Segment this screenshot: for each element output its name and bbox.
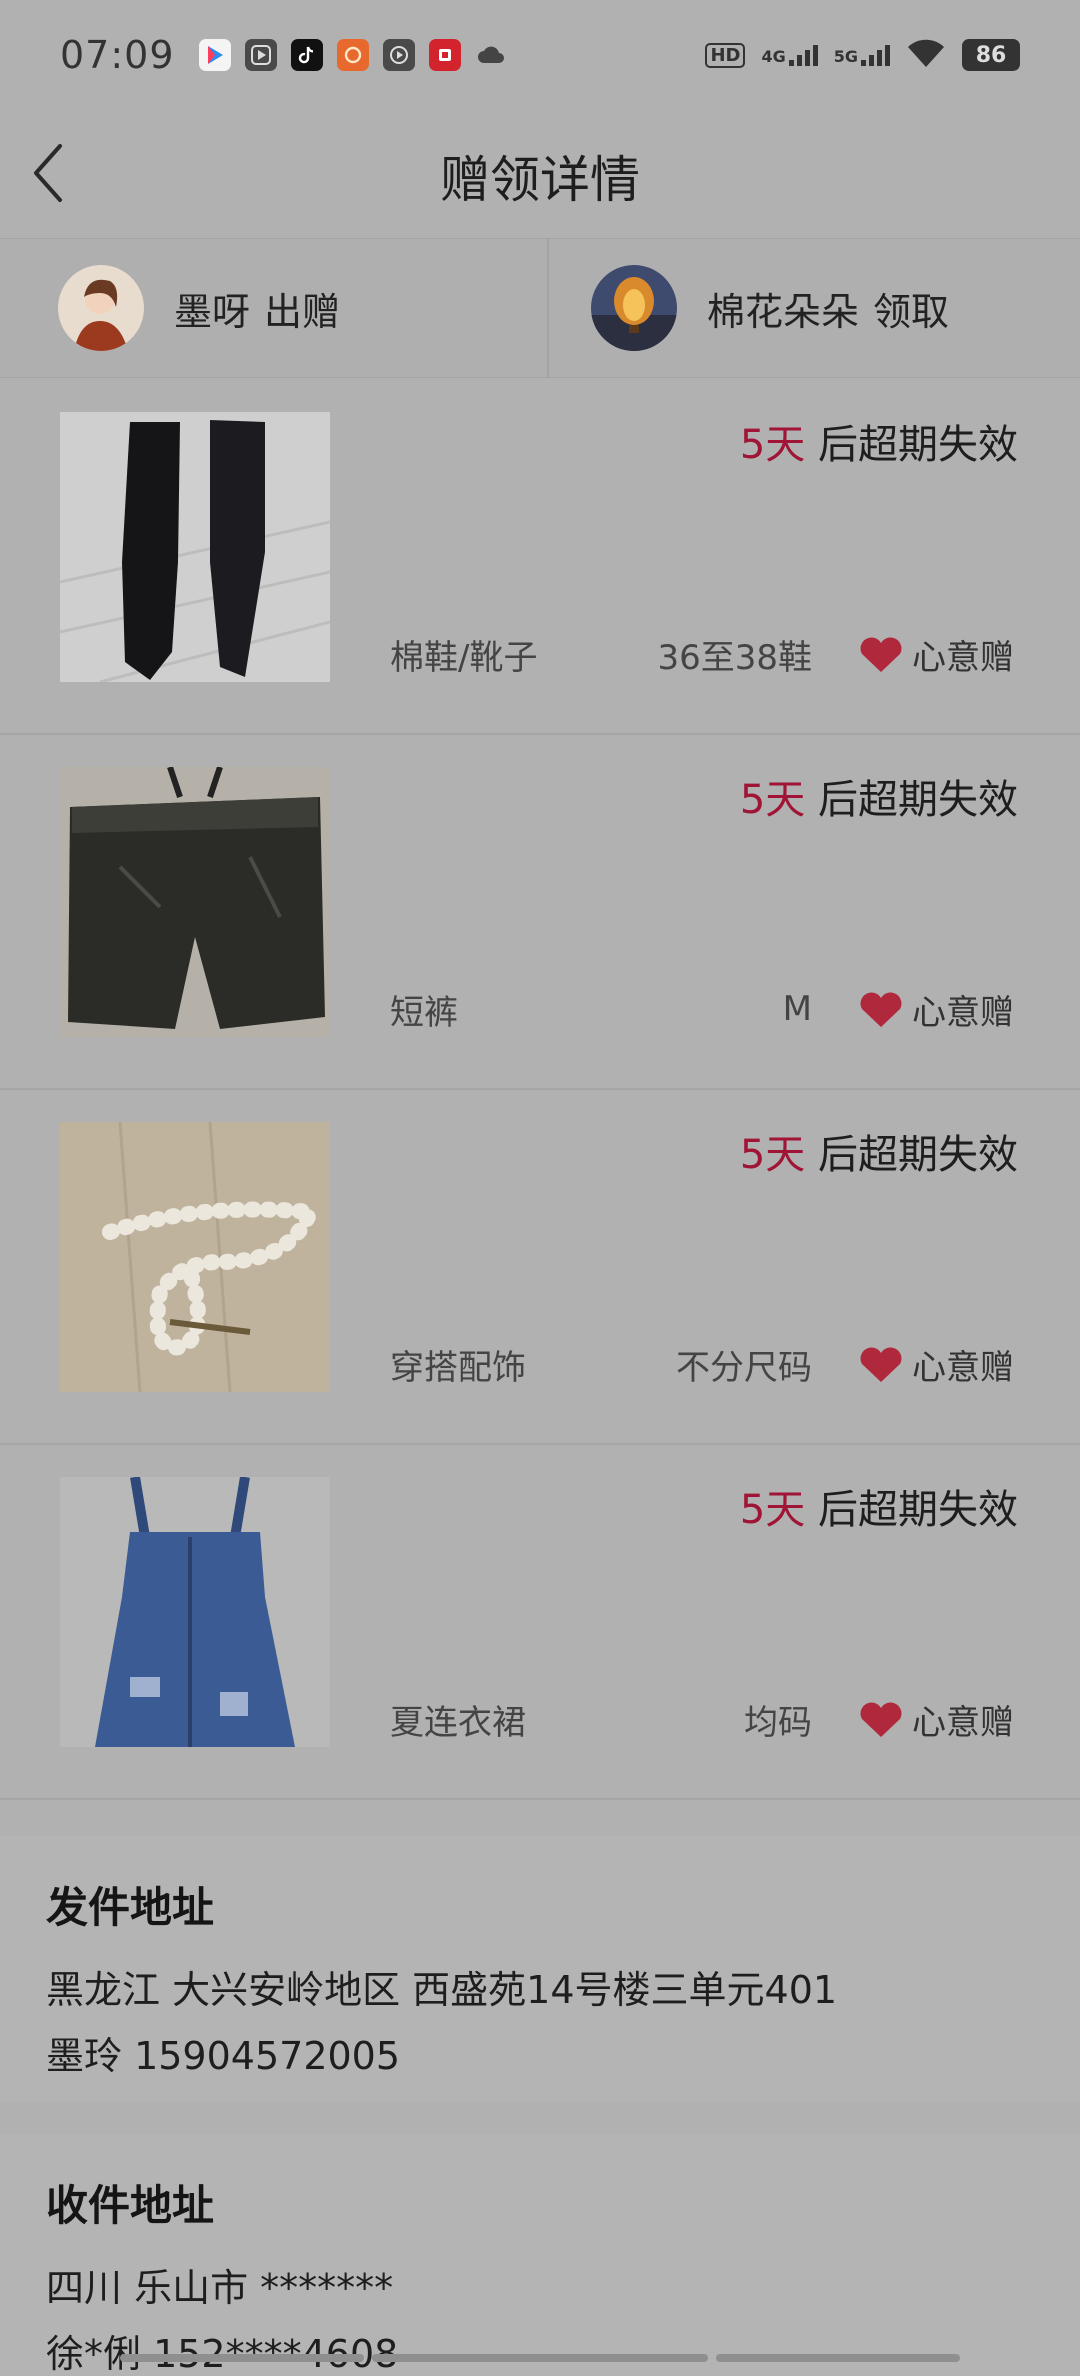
gift-tag: 心意赠 xyxy=(858,1695,1014,1744)
expiry-text: 后超期失效 xyxy=(818,1487,1018,1533)
expiry-text: 后超期失效 xyxy=(818,777,1018,823)
list-item[interactable]: 5天 后超期失效 短裤 M 心意赠 xyxy=(0,735,1080,1090)
page-title: 赠领详情 xyxy=(440,151,640,209)
gift-tag-label: 心意赠 xyxy=(912,1702,1014,1743)
gift-tag: 心意赠 xyxy=(858,630,1014,679)
item-category: 穿搭配饰 xyxy=(390,1347,526,1388)
heart-icon xyxy=(860,1347,902,1382)
receiver-avatar[interactable] xyxy=(591,265,677,351)
item-photo-denim-overall-dress[interactable] xyxy=(60,1477,330,1747)
network-5g-label: 5G xyxy=(833,47,858,66)
receiver-address-title: 收件地址 xyxy=(46,2181,215,2230)
giver-profile[interactable]: 墨呀 出赠 xyxy=(0,239,547,377)
item-info: 短裤 M 心意赠 xyxy=(390,981,1014,1037)
pdd-icon xyxy=(428,39,461,71)
play-icon xyxy=(244,39,277,71)
expiry-notice: 5天 后超期失效 xyxy=(740,1122,1018,1180)
list-item[interactable]: 5天 后超期失效 棉鞋/靴子 36至38鞋 心意赠 xyxy=(0,380,1080,735)
item-size: 36至38鞋 xyxy=(657,637,812,678)
youku-icon xyxy=(198,39,231,71)
list-item[interactable]: 5天 后超期失效 夏连衣裙 均码 心意赠 xyxy=(0,1445,1080,1800)
cloud-icon xyxy=(475,39,507,71)
parties-bar: 墨呀 出赠 棉花朵朵 领取 xyxy=(0,238,1080,378)
heart-icon xyxy=(860,992,902,1027)
item-category: 夏连衣裙 xyxy=(390,1702,526,1743)
battery-icon: 86 xyxy=(962,39,1020,71)
gift-tag-label: 心意赠 xyxy=(912,637,1014,678)
expiry-days: 5天 xyxy=(739,422,806,468)
item-photo-leather-shorts[interactable] xyxy=(60,767,330,1037)
expiry-notice: 5天 后超期失效 xyxy=(740,1477,1018,1535)
expiry-text: 后超期失效 xyxy=(818,422,1018,468)
item-size: M xyxy=(782,989,812,1029)
signal-4g-icon: 4G xyxy=(761,44,818,66)
gift-tag-label: 心意赠 xyxy=(912,1347,1014,1388)
receiver-name-text: 棉花朵朵 xyxy=(707,289,860,334)
item-category: 短裤 xyxy=(390,992,458,1033)
status-time: 07:09 xyxy=(60,33,175,77)
receiver-contact-line: 徐*俐 152****4608 xyxy=(46,2332,398,2376)
receiver-name: 棉花朵朵 领取 xyxy=(707,281,949,336)
hd-label: HD xyxy=(705,42,746,68)
hd-indicator: HD xyxy=(705,42,746,68)
gift-tag: 心意赠 xyxy=(858,1340,1014,1389)
list-item[interactable]: 5天 后超期失效 穿搭配饰 不分尺码 心意赠 xyxy=(0,1090,1080,1445)
sender-contact-line: 墨玲 15904572005 xyxy=(46,2034,401,2078)
gift-tag: 心意赠 xyxy=(858,985,1014,1034)
header: 赠领详情 xyxy=(0,110,1080,238)
status-bar: 07:09 HD 4G 5G 86 xyxy=(0,0,1080,110)
gesture-bar xyxy=(372,2354,708,2362)
wifi-icon xyxy=(906,37,946,73)
receiver-profile[interactable]: 棉花朵朵 领取 xyxy=(547,239,1080,377)
receiver-address-card: 收件地址 四川 乐山市 ******* 徐*俐 152****4608 xyxy=(0,2134,1080,2376)
heart-icon xyxy=(860,637,902,672)
receiver-role: 领取 xyxy=(873,289,950,334)
giver-role: 出赠 xyxy=(264,289,341,334)
receiver-address-line: 四川 乐山市 ******* xyxy=(46,2266,394,2310)
item-info: 穿搭配饰 不分尺码 心意赠 xyxy=(390,1336,1014,1392)
item-photo-pearl-hairclip[interactable] xyxy=(60,1122,330,1392)
item-info: 棉鞋/靴子 36至38鞋 心意赠 xyxy=(390,626,1014,682)
status-indicators: HD 4G 5G 86 xyxy=(705,37,1020,73)
tiktok-icon xyxy=(290,39,323,71)
video-icon xyxy=(382,39,415,71)
item-size: 不分尺码 xyxy=(676,1347,812,1388)
gift-tag-label: 心意赠 xyxy=(912,992,1014,1033)
expiry-days: 5天 xyxy=(739,777,806,823)
gesture-bar xyxy=(120,2354,364,2362)
giver-avatar[interactable] xyxy=(58,265,144,351)
giver-name-text: 墨呀 xyxy=(174,289,251,334)
network-4g-label: 4G xyxy=(761,47,786,66)
signal-5g-icon: 5G xyxy=(834,44,890,66)
sender-address-card: 发件地址 黑龙江 大兴安岭地区 西盛苑14号楼三单元401 墨玲 1590457… xyxy=(0,1836,1080,2102)
taobao-icon xyxy=(336,39,369,71)
item-size: 均码 xyxy=(744,1702,812,1743)
expiry-text: 后超期失效 xyxy=(818,1132,1018,1178)
item-info: 夏连衣裙 均码 心意赠 xyxy=(390,1691,1014,1747)
item-category: 棉鞋/靴子 xyxy=(390,637,538,678)
expiry-days: 5天 xyxy=(739,1487,806,1533)
status-app-icons xyxy=(198,39,507,71)
gesture-bar xyxy=(716,2354,960,2362)
expiry-days: 5天 xyxy=(739,1132,806,1178)
heart-icon xyxy=(860,1702,902,1737)
giver-name: 墨呀 出赠 xyxy=(174,281,340,336)
item-list: 5天 后超期失效 棉鞋/靴子 36至38鞋 心意赠 5天 后超期失效 短裤 M xyxy=(0,380,1080,1800)
expiry-notice: 5天 后超期失效 xyxy=(740,767,1018,825)
item-photo-black-boots[interactable] xyxy=(60,412,330,682)
sender-address-line: 黑龙江 大兴安岭地区 西盛苑14号楼三单元401 xyxy=(46,1968,838,2012)
expiry-notice: 5天 后超期失效 xyxy=(740,412,1018,470)
sender-address-title: 发件地址 xyxy=(46,1883,215,1932)
